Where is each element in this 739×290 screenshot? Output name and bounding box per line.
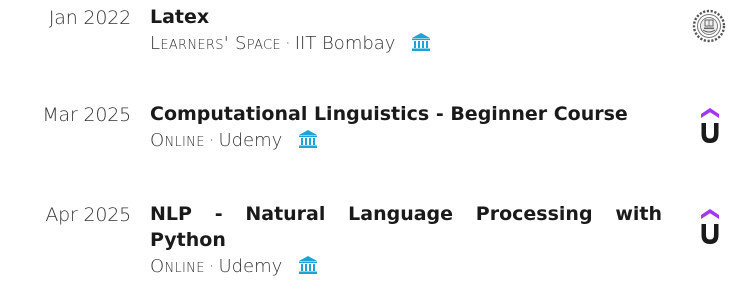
entry-title: Computational Linguistics - Beginner Cou… [150, 103, 628, 125]
entry-title: Latex [150, 6, 210, 28]
bank-icon[interactable] [298, 255, 318, 275]
meta-separator: · [284, 33, 291, 54]
certification-list: Jan 2022 Latex Learners' Space · IIT Bomba… [0, 0, 739, 290]
entry-provider: Udemy [218, 256, 283, 277]
entry-body: Computational Linguistics - Beginner Cou… [150, 101, 662, 155]
udemy-logo-icon [701, 108, 719, 143]
udemy-logo-icon [701, 209, 719, 244]
entry-meta: Online · Udemy [150, 127, 662, 155]
bank-icon[interactable] [298, 129, 318, 149]
entry-body: NLP - Natural Language Processing with P… [150, 201, 662, 281]
entry-date: Mar 2025 [42, 104, 131, 126]
entry-provider: Udemy [218, 130, 283, 151]
meta-separator: · [208, 256, 215, 277]
entry-meta: Learners' Space · IIT Bombay [150, 30, 662, 58]
entry-type: Online [150, 256, 205, 277]
entry-meta: Online · Udemy [150, 253, 662, 281]
bank-icon[interactable] [411, 32, 431, 52]
entry-type: Online [150, 130, 205, 151]
entry-type: Learners' Space [150, 33, 281, 54]
entry-title: NLP - Natural Language Processing with P… [150, 203, 662, 251]
entry-date: Apr 2025 [45, 204, 131, 226]
entry-body: Latex Learners' Space · IIT Bombay [150, 4, 662, 58]
entry-date: Jan 2022 [48, 7, 131, 29]
iit-bombay-logo-icon [692, 9, 726, 43]
entry-provider: IIT Bombay [294, 33, 396, 54]
meta-separator: · [208, 130, 215, 151]
